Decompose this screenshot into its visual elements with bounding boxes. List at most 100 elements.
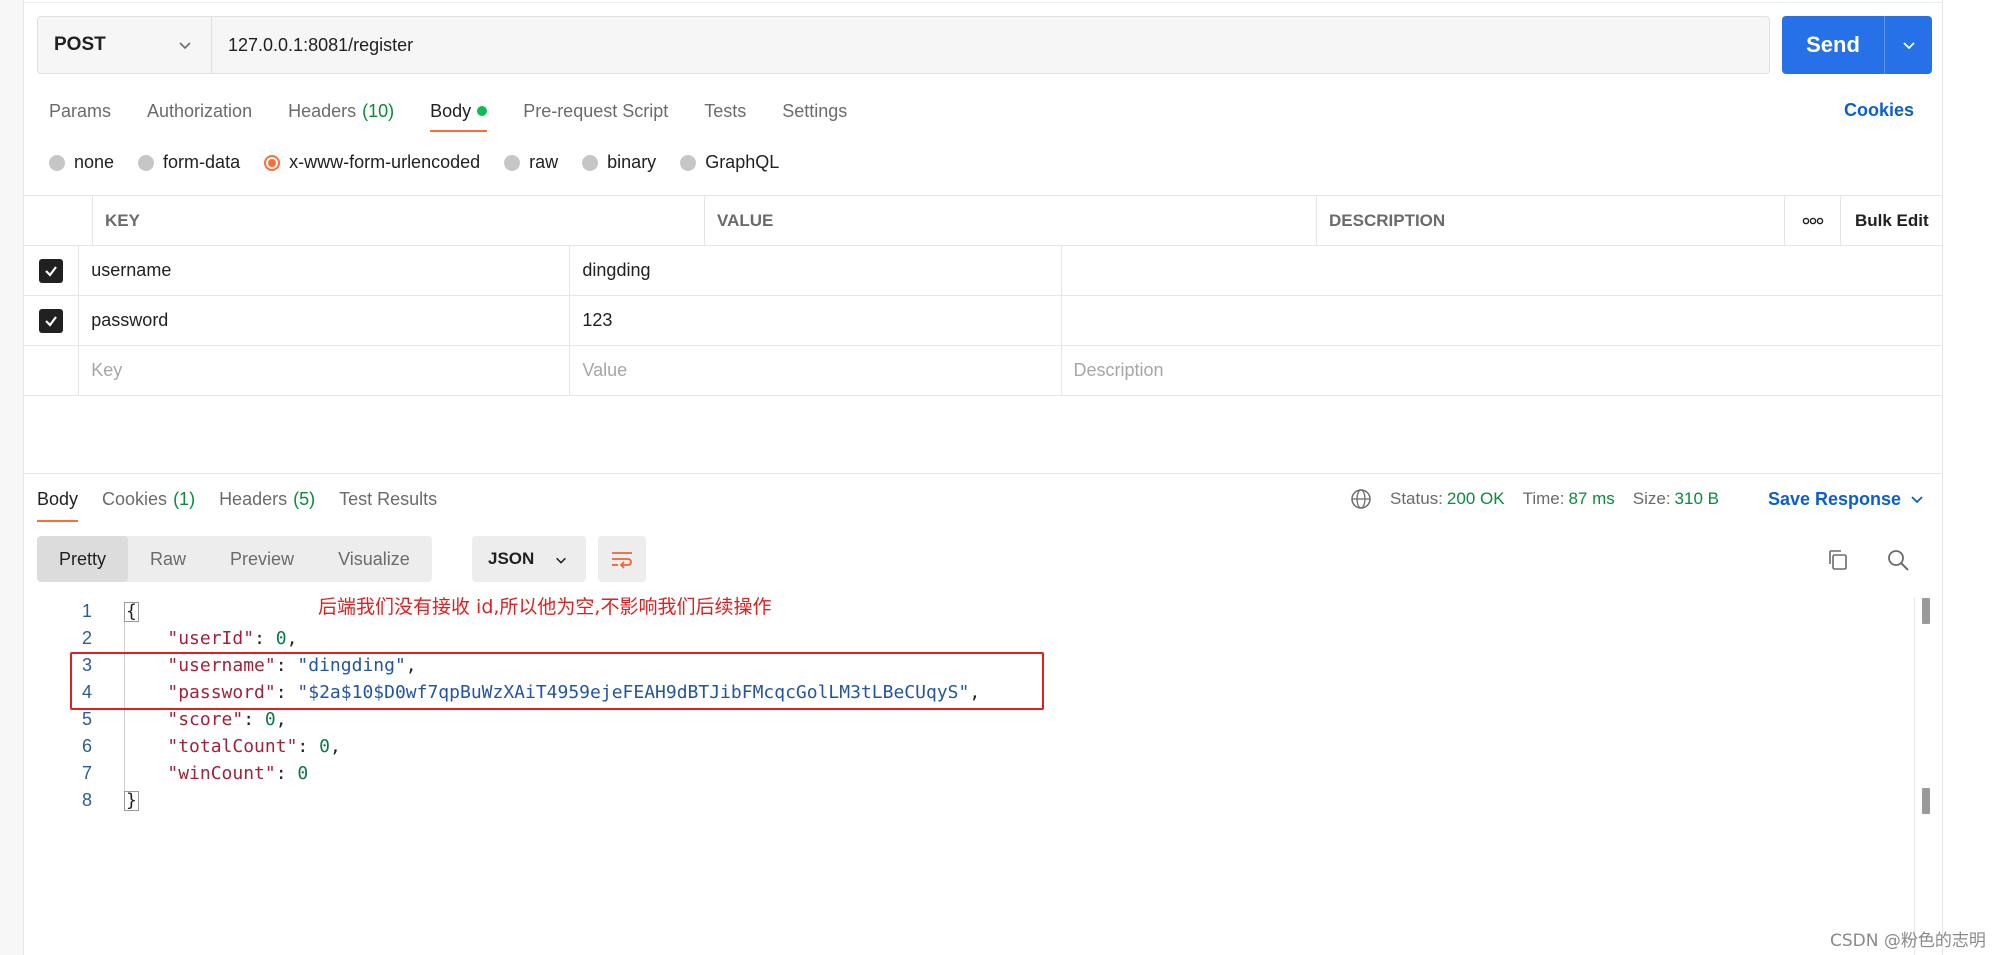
tab-headers[interactable]: Headers (10) xyxy=(288,98,394,124)
wrap-lines-button[interactable] xyxy=(598,536,646,582)
request-url-bar: POST 127.0.0.1:8081/register xyxy=(37,16,1770,74)
radio-x-www-form-urlencoded[interactable]: x-www-form-urlencoded xyxy=(264,152,480,173)
save-response-button[interactable]: Save Response xyxy=(1768,486,1925,512)
watermark: CSDN @粉色的志明 xyxy=(1830,931,1986,951)
line-number: 2 xyxy=(81,628,92,648)
response-tab-body[interactable]: Body xyxy=(37,486,79,522)
radio-circle xyxy=(582,154,599,171)
json-punct: , xyxy=(329,736,341,757)
size-label: Size: xyxy=(1632,489,1671,508)
key-cell[interactable]: password xyxy=(79,296,571,345)
format-toggle-group: Pretty Raw Preview Visualize xyxy=(37,536,432,582)
language-label: JSON xyxy=(488,549,535,568)
description-cell[interactable] xyxy=(1062,246,1942,295)
key-cell[interactable]: username xyxy=(79,246,571,295)
code-line: 2 "userId": 0, xyxy=(60,625,980,652)
globe-icon[interactable] xyxy=(1350,488,1372,510)
json-key: "winCount" xyxy=(167,763,276,784)
scrollbar-marker[interactable] xyxy=(1922,788,1930,814)
row-checkbox[interactable] xyxy=(39,258,64,283)
format-raw-button[interactable]: Raw xyxy=(128,536,208,582)
radio-circle xyxy=(504,154,521,171)
tab-settings[interactable]: Settings xyxy=(782,98,847,124)
radio-form-data[interactable]: form-data xyxy=(138,152,240,173)
size-value: 310 B xyxy=(1674,489,1719,508)
send-button[interactable]: Send xyxy=(1782,16,1884,74)
radio-graphql[interactable]: GraphQL xyxy=(680,152,779,173)
code-line: 6 "totalCount": 0, xyxy=(60,733,980,760)
tab-count: (1) xyxy=(173,488,196,509)
scrollbar-marker[interactable] xyxy=(1922,598,1930,624)
radio-circle xyxy=(680,154,697,171)
response-tab-cookies[interactable]: Cookies (1) xyxy=(102,486,195,512)
code-line: 5 "score": 0, xyxy=(60,706,980,733)
description-cell[interactable] xyxy=(1062,296,1942,345)
response-divider xyxy=(24,473,1942,474)
scrollbar-track[interactable] xyxy=(1914,598,1928,955)
search-icon[interactable] xyxy=(1886,548,1910,572)
json-punct: : xyxy=(243,709,265,730)
status-label: Status: xyxy=(1390,489,1443,508)
radio-raw[interactable]: raw xyxy=(504,152,558,173)
description-input[interactable]: Description xyxy=(1062,346,1942,395)
tab-pre-request-script[interactable]: Pre-request Script xyxy=(523,98,668,124)
left-sidebar-edge xyxy=(0,0,24,955)
wrap-lines-icon xyxy=(612,552,632,569)
json-punct: : xyxy=(297,736,320,757)
json-punct xyxy=(124,736,167,757)
copy-icon[interactable] xyxy=(1826,548,1850,572)
radio-binary[interactable]: binary xyxy=(582,152,656,173)
tab-label: Body xyxy=(37,488,79,509)
radio-none[interactable]: none xyxy=(49,152,114,173)
method-select[interactable]: POST xyxy=(38,17,212,73)
row-checkbox[interactable] xyxy=(39,308,64,333)
tab-params[interactable]: Params xyxy=(49,98,111,124)
check-icon xyxy=(45,265,58,277)
header-description: DESCRIPTION xyxy=(1317,196,1785,245)
right-panel-divider xyxy=(1942,0,1943,955)
json-key: "userId" xyxy=(167,628,255,649)
tab-label: Cookies xyxy=(102,488,168,509)
time-value: 87 ms xyxy=(1568,489,1615,508)
bulk-edit-button[interactable]: Bulk Edit xyxy=(1841,196,1942,245)
tab-tests[interactable]: Tests xyxy=(704,98,746,124)
value-cell[interactable]: dingding xyxy=(570,246,1062,295)
response-tabs: Body Cookies (1) Headers (5) Test Results xyxy=(37,486,461,522)
json-key: "totalCount" xyxy=(167,736,298,757)
response-tab-test-results[interactable]: Test Results xyxy=(339,486,437,512)
more-options-button[interactable] xyxy=(1785,196,1841,245)
language-select[interactable]: JSON xyxy=(472,536,586,582)
params-table: KEY VALUE DESCRIPTION Bulk Edit username… xyxy=(24,195,1942,396)
json-number: 0 xyxy=(264,709,276,730)
radio-label: binary xyxy=(607,152,657,172)
format-visualize-button[interactable]: Visualize xyxy=(316,536,432,582)
body-type-radios: none form-data x-www-form-urlencoded raw… xyxy=(49,152,803,173)
format-pretty-button[interactable]: Pretty xyxy=(37,536,129,582)
format-preview-button[interactable]: Preview xyxy=(208,536,316,582)
url-input[interactable]: 127.0.0.1:8081/register xyxy=(212,17,1769,73)
json-number: 0 xyxy=(297,763,309,784)
json-punct xyxy=(124,709,167,730)
tab-body[interactable]: Body xyxy=(430,98,488,132)
tab-authorization[interactable]: Authorization xyxy=(147,98,252,124)
tab-label: Body xyxy=(430,100,472,121)
cookies-link[interactable]: Cookies xyxy=(1844,100,1914,121)
json-number: 0 xyxy=(275,628,287,649)
json-punct: , xyxy=(275,709,287,730)
key-input[interactable]: Key xyxy=(79,346,571,395)
response-tab-headers[interactable]: Headers (5) xyxy=(219,486,315,512)
radio-circle xyxy=(49,154,65,171)
line-number: 1 xyxy=(81,601,92,621)
row-checkbox-cell xyxy=(24,296,80,345)
table-row: password 123 xyxy=(24,296,1942,346)
table-header-row: KEY VALUE DESCRIPTION Bulk Edit xyxy=(24,196,1942,246)
value-cell[interactable]: 123 xyxy=(570,296,1062,345)
save-response-label: Save Response xyxy=(1768,488,1902,509)
top-divider xyxy=(24,0,1942,3)
send-options-button[interactable] xyxy=(1884,16,1932,74)
tab-label: Params xyxy=(49,100,112,121)
value-input[interactable]: Value xyxy=(570,346,1062,395)
line-number: 6 xyxy=(81,736,92,756)
more-horizontal-icon xyxy=(1802,217,1823,224)
check-icon xyxy=(45,315,58,327)
